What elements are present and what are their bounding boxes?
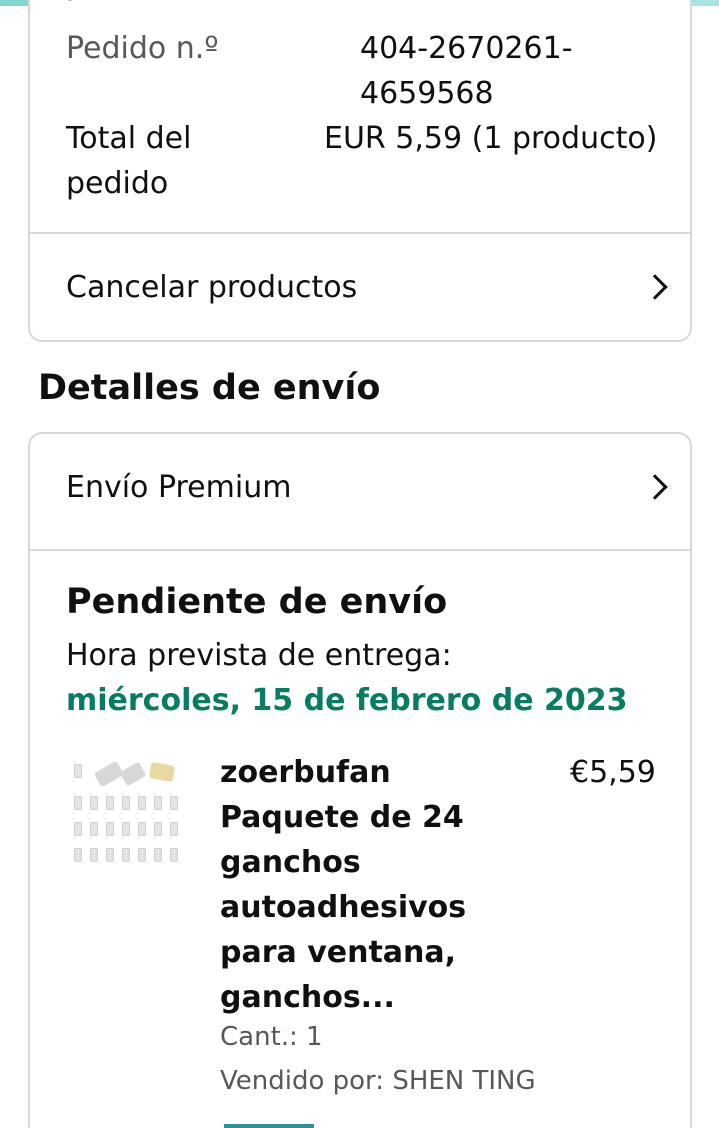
divider [30,549,690,551]
product-thumbnail[interactable] [70,760,182,868]
order-number-value-line1: 404-2670261- [360,31,573,66]
chevron-right-icon [642,474,668,500]
shipment-status: Pendiente de envío [66,582,448,622]
delivery-estimate-label: Hora prevista de entrega: [66,638,452,673]
order-number-value-line2: 4659568 [360,76,494,111]
product-seller: Vendido por: SHEN TING [220,1066,536,1096]
order-summary-card: pedido Pedido n.º 404-2670261- 4659568 T… [28,0,692,342]
product-title-line: Paquete de 24 [220,800,464,835]
product-title-line: zoerbufan [220,755,391,790]
product-title-line: ganchos... [220,980,395,1015]
product-quantity: Cant.: 1 [220,1022,323,1052]
order-cut-label: pedido [66,0,168,7]
delivery-estimate-date: miércoles, 15 de febrero de 2023 [66,683,628,718]
product-title-line: para ventana, [220,935,457,970]
cancel-products-label: Cancelar productos [66,269,358,305]
product-title-line: autoadhesivos [220,890,467,925]
order-total-value: EUR 5,59 (1 producto) [324,121,658,156]
order-total-label-line1: Total del [66,121,192,156]
order-total-label-line2: pedido [66,166,169,201]
shipping-method-link[interactable]: Envío Premium [30,434,690,540]
product-title-line: ganchos [220,845,361,880]
cancel-products-link[interactable]: Cancelar productos [30,234,690,340]
shipping-card: Envío Premium Pendiente de envío Hora pr… [28,432,692,1128]
scroll-indicator [224,1124,314,1128]
product-title[interactable]: zoerbufan Paquete de 24 ganchos autoadhe… [220,750,470,1020]
order-number-row: Pedido n.º [66,26,218,71]
shipping-method-label: Envío Premium [66,469,292,505]
product-price: €5,59 [570,755,656,790]
order-number-label: Pedido n.º [66,31,219,66]
shipping-section-title: Detalles de envío [38,368,381,408]
chevron-right-icon [642,274,668,300]
